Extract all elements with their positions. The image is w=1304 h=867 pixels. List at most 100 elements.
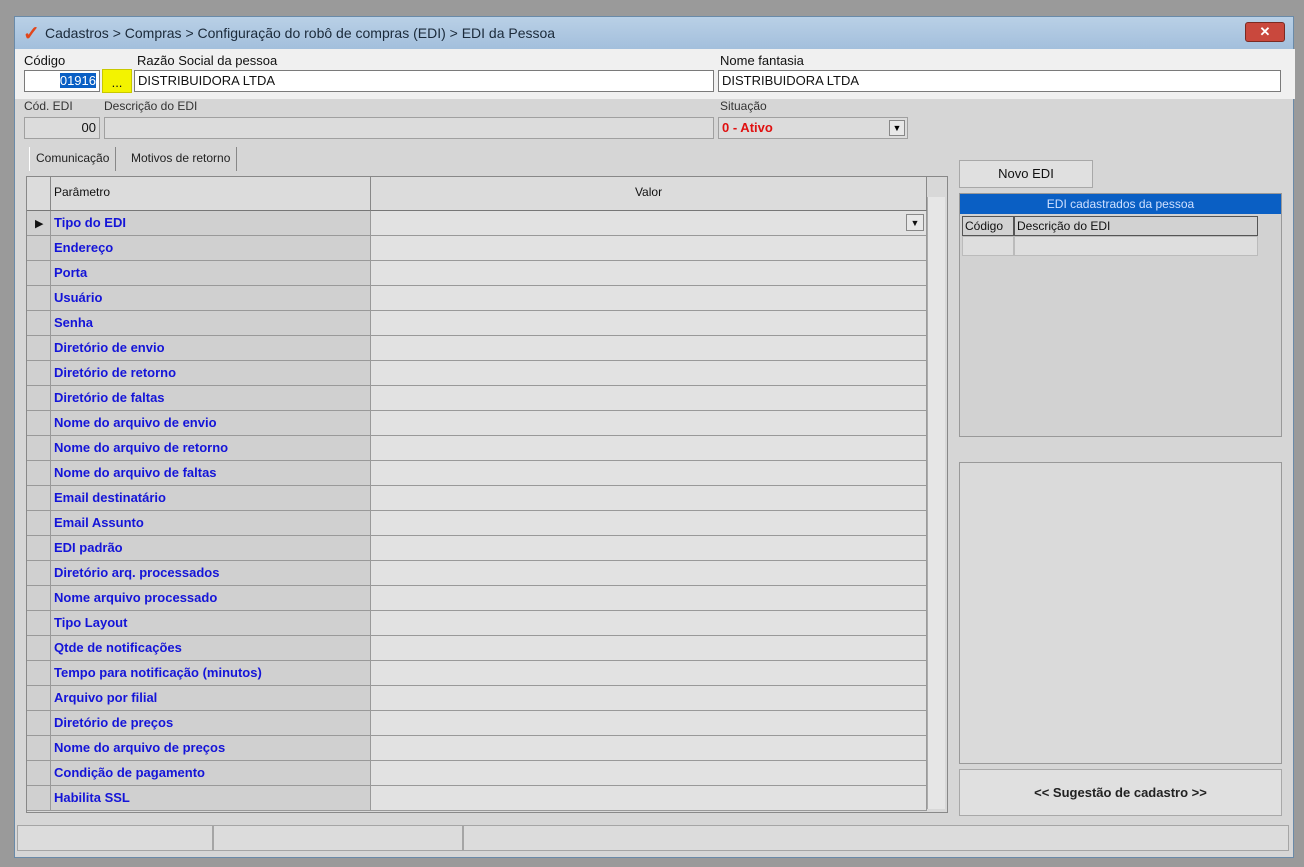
param-value[interactable] xyxy=(371,711,927,736)
status-section-2 xyxy=(213,825,463,851)
row-indicator xyxy=(27,511,51,536)
param-name: Diretório de preços xyxy=(51,711,371,736)
param-name: Usuário xyxy=(51,286,371,311)
tab-motivos-retorno[interactable]: Motivos de retorno xyxy=(125,147,238,171)
param-value[interactable] xyxy=(371,736,927,761)
table-row[interactable]: Diretório de preços xyxy=(27,711,927,736)
row-indicator xyxy=(27,786,51,811)
row-indicator xyxy=(27,386,51,411)
row-indicator xyxy=(27,661,51,686)
chevron-down-icon[interactable]: ▼ xyxy=(906,214,924,231)
table-row[interactable]: Nome do arquivo de preços xyxy=(27,736,927,761)
param-name: Email Assunto xyxy=(51,511,371,536)
param-name: Qtde de notificações xyxy=(51,636,371,661)
row-indicator xyxy=(27,236,51,261)
param-name: Diretório arq. processados xyxy=(51,561,371,586)
param-value[interactable] xyxy=(371,261,927,286)
chevron-down-icon[interactable]: ▼ xyxy=(889,120,905,136)
indicator-header xyxy=(27,177,51,211)
edi-row-descricao[interactable] xyxy=(1014,236,1258,256)
param-value[interactable] xyxy=(371,286,927,311)
param-value[interactable] xyxy=(371,311,927,336)
desc-edi-input[interactable] xyxy=(104,117,714,139)
table-row[interactable]: Nome do arquivo de envio xyxy=(27,411,927,436)
param-value[interactable] xyxy=(371,536,927,561)
param-value[interactable] xyxy=(371,361,927,386)
cod-edi-input[interactable]: 00 xyxy=(24,117,100,139)
detail-panel xyxy=(959,462,1282,764)
table-row[interactable]: Qtde de notificações xyxy=(27,636,927,661)
param-value[interactable]: ▼ xyxy=(371,211,927,236)
col-header-codigo[interactable]: Código xyxy=(962,216,1014,236)
table-row[interactable]: Email Assunto xyxy=(27,511,927,536)
param-value[interactable] xyxy=(371,336,927,361)
vertical-scrollbar[interactable] xyxy=(927,197,945,809)
table-row[interactable]: Habilita SSL xyxy=(27,786,927,811)
param-name: Endereço xyxy=(51,236,371,261)
table-row[interactable]: Nome arquivo processado xyxy=(27,586,927,611)
row-indicator xyxy=(27,261,51,286)
row-indicator xyxy=(27,411,51,436)
table-row[interactable]: Tempo para notificação (minutos) xyxy=(27,661,927,686)
row-indicator xyxy=(27,611,51,636)
novo-edi-button[interactable]: Novo EDI xyxy=(959,160,1093,188)
param-value[interactable] xyxy=(371,436,927,461)
table-row[interactable]: Usuário xyxy=(27,286,927,311)
table-row[interactable]: Diretório de retorno xyxy=(27,361,927,386)
breadcrumb-title: Cadastros > Compras > Configuração do ro… xyxy=(45,25,556,41)
col-header-parametro[interactable]: Parâmetro xyxy=(51,177,371,211)
table-row[interactable]: Nome do arquivo de faltas xyxy=(27,461,927,486)
table-row[interactable]: ▶ Tipo do EDI ▼ xyxy=(27,211,927,236)
param-name: Condição de pagamento xyxy=(51,761,371,786)
table-row[interactable]: Porta xyxy=(27,261,927,286)
edi-list-title: EDI cadastrados da pessoa xyxy=(960,194,1281,214)
col-header-valor[interactable]: Valor xyxy=(371,177,927,211)
app-logo-icon: ✓ xyxy=(23,23,40,45)
lookup-button[interactable]: ... xyxy=(102,69,132,93)
param-value[interactable] xyxy=(371,661,927,686)
param-value[interactable] xyxy=(371,786,927,811)
table-row[interactable]: Senha xyxy=(27,311,927,336)
situacao-select[interactable]: 0 - Ativo ▼ xyxy=(718,117,908,139)
title-bar: ✓ Cadastros > Compras > Configuração do … xyxy=(15,17,1293,49)
table-row[interactable]: Tipo Layout xyxy=(27,611,927,636)
fantasia-input[interactable]: DISTRIBUIDORA LTDA xyxy=(718,70,1281,92)
tab-comunicacao[interactable]: Comunicação xyxy=(29,147,117,171)
razao-input[interactable]: DISTRIBUIDORA LTDA xyxy=(134,70,714,92)
fantasia-label: Nome fantasia xyxy=(720,53,804,68)
table-row[interactable]: Nome do arquivo de retorno xyxy=(27,436,927,461)
table-row[interactable]: Condição de pagamento xyxy=(27,761,927,786)
table-row[interactable]: Arquivo por filial xyxy=(27,686,927,711)
sugestao-cadastro-button[interactable]: << Sugestão de cadastro >> xyxy=(959,769,1282,816)
table-row[interactable]: EDI padrão xyxy=(27,536,927,561)
param-value[interactable] xyxy=(371,411,927,436)
param-value[interactable] xyxy=(371,561,927,586)
col-header-descricao[interactable]: Descrição do EDI xyxy=(1014,216,1258,236)
param-name: EDI padrão xyxy=(51,536,371,561)
param-value[interactable] xyxy=(371,511,927,536)
codigo-input[interactable]: 01916 xyxy=(24,70,100,92)
table-row[interactable]: Diretório de envio xyxy=(27,336,927,361)
param-value[interactable] xyxy=(371,486,927,511)
table-row[interactable]: Endereço xyxy=(27,236,927,261)
param-name: Habilita SSL xyxy=(51,786,371,811)
table-row[interactable]: Diretório de faltas xyxy=(27,386,927,411)
param-name: Diretório de faltas xyxy=(51,386,371,411)
param-value[interactable] xyxy=(371,386,927,411)
param-value[interactable] xyxy=(371,636,927,661)
param-name: Porta xyxy=(51,261,371,286)
row-indicator xyxy=(27,436,51,461)
param-value[interactable] xyxy=(371,586,927,611)
table-row[interactable]: Diretório arq. processados xyxy=(27,561,927,586)
close-button[interactable]: ✕ xyxy=(1245,22,1285,42)
param-name: Tipo Layout xyxy=(51,611,371,636)
edi-row-codigo[interactable] xyxy=(962,236,1014,256)
param-value[interactable] xyxy=(371,236,927,261)
param-value[interactable] xyxy=(371,761,927,786)
param-value[interactable] xyxy=(371,611,927,636)
param-value[interactable] xyxy=(371,686,927,711)
param-name: Nome do arquivo de preços xyxy=(51,736,371,761)
param-value[interactable] xyxy=(371,461,927,486)
table-row[interactable]: Email destinatário xyxy=(27,486,927,511)
edi-list-panel: EDI cadastrados da pessoa Código Descriç… xyxy=(959,193,1282,437)
